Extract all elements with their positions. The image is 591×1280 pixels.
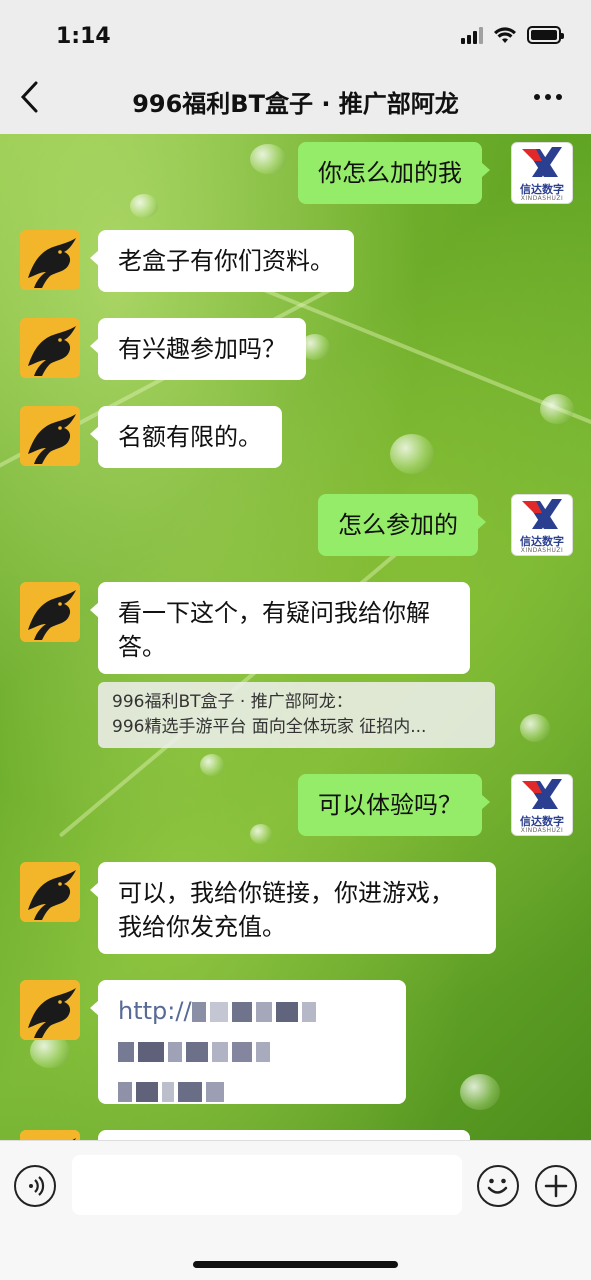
dragon-avatar-icon — [20, 980, 80, 1040]
dragon-avatar-icon — [20, 1130, 80, 1140]
brand-en: XINDASHUZI — [520, 195, 564, 202]
xinda-logo-icon — [522, 499, 562, 529]
contact-avatar[interactable] — [20, 980, 80, 1040]
dragon-avatar-icon — [20, 582, 80, 642]
message-input[interactable] — [72, 1155, 462, 1215]
contact-avatar[interactable] — [20, 1130, 80, 1140]
water-drop — [250, 824, 272, 844]
self-avatar[interactable]: 信达数字 XINDASHUZI — [511, 494, 573, 556]
message-bubble-outgoing[interactable]: 你怎么加的我 — [298, 142, 490, 204]
self-avatar[interactable]: 信达数字 XINDASHUZI — [511, 774, 573, 836]
message-bubble-link[interactable]: http:// — [90, 980, 406, 1104]
contact-avatar[interactable] — [20, 230, 80, 290]
wifi-icon — [494, 27, 516, 43]
chevron-left-icon — [20, 81, 38, 113]
link-line-2 — [118, 1034, 386, 1068]
pixelated-blur — [231, 1002, 252, 1022]
link-line-3 — [118, 1074, 386, 1108]
more-dots-icon — [534, 94, 562, 100]
message-bubble-incoming-partial[interactable] — [98, 1130, 470, 1140]
contact-avatar[interactable] — [20, 582, 80, 642]
message-bubble-incoming[interactable]: 看一下这个，有疑问我给你解答。 — [90, 582, 470, 674]
brand-en: XINDASHUZI — [520, 827, 564, 834]
water-drop — [250, 144, 286, 174]
message-bubble-outgoing[interactable]: 怎么参加的 — [318, 494, 486, 556]
quote-line-2: 996精选手游平台 面向全体玩家 征招内... — [112, 717, 427, 737]
water-drop — [460, 1074, 500, 1110]
message-bubble-incoming[interactable]: 有兴趣参加吗？ — [90, 318, 306, 380]
pixelated-blur — [275, 1002, 298, 1022]
water-drop — [520, 714, 550, 742]
input-bar — [0, 1140, 591, 1280]
dragon-avatar-icon — [20, 406, 80, 466]
top-bar: 1:14 996福利BT盒子 · 推广部阿龙 — [0, 0, 591, 134]
message-bubble-incoming[interactable]: 老盒子有你们资料。 — [90, 230, 354, 292]
pixelated-blur — [301, 1002, 316, 1022]
xinda-logo-icon — [522, 779, 562, 809]
link-text[interactable]: http:// — [118, 997, 192, 1025]
pixelated-blur — [191, 1002, 206, 1022]
contact-avatar[interactable] — [20, 406, 80, 466]
chat-area[interactable]: 你怎么加的我 信达数字 XINDASHUZI 老盒子有你们资料。 有兴趣参加吗？ — [0, 134, 591, 1140]
dragon-avatar-icon — [20, 230, 80, 290]
plus-button[interactable] — [535, 1165, 577, 1207]
emoji-button[interactable] — [477, 1165, 519, 1207]
signal-icon — [461, 26, 483, 44]
contact-avatar[interactable] — [20, 862, 80, 922]
quote-line-1: 996福利BT盒子 · 推广部阿龙： — [112, 692, 353, 712]
message-bubble-incoming[interactable]: 可以，我给你链接，你进游戏，我给你发充值。 — [90, 862, 496, 954]
message-bubble-outgoing[interactable]: 可以体验吗？ — [298, 774, 490, 836]
plus-icon — [544, 1174, 568, 1198]
voice-button[interactable] — [14, 1165, 56, 1207]
status-icons — [461, 26, 564, 44]
quoted-message[interactable]: 996福利BT盒子 · 推广部阿龙： 996精选手游平台 面向全体玩家 征招内.… — [98, 682, 495, 748]
emoji-icon — [487, 1178, 508, 1194]
voice-icon — [29, 1176, 45, 1196]
contact-avatar[interactable] — [20, 318, 80, 378]
water-drop — [130, 194, 158, 218]
message-bubble-incoming[interactable]: 名额有限的。 — [90, 406, 282, 468]
dragon-avatar-icon — [20, 862, 80, 922]
dragon-avatar-icon — [20, 318, 80, 378]
water-drop — [390, 434, 434, 474]
self-avatar[interactable]: 信达数字 XINDASHUZI — [511, 142, 573, 204]
brand-en: XINDASHUZI — [520, 547, 564, 554]
home-indicator — [193, 1261, 398, 1268]
chat-title: 996福利BT盒子 · 推广部阿龙 — [132, 90, 459, 118]
link-line-1[interactable]: http:// — [118, 994, 386, 1028]
battery-icon — [527, 26, 564, 44]
pixelated-blur — [255, 1002, 272, 1022]
pixelated-blur — [209, 1002, 228, 1022]
water-drop — [200, 754, 224, 776]
status-time: 1:14 — [56, 24, 111, 49]
xinda-logo-icon — [522, 147, 562, 177]
water-drop — [540, 394, 574, 424]
back-button[interactable] — [18, 80, 40, 121]
more-button[interactable] — [531, 80, 565, 122]
